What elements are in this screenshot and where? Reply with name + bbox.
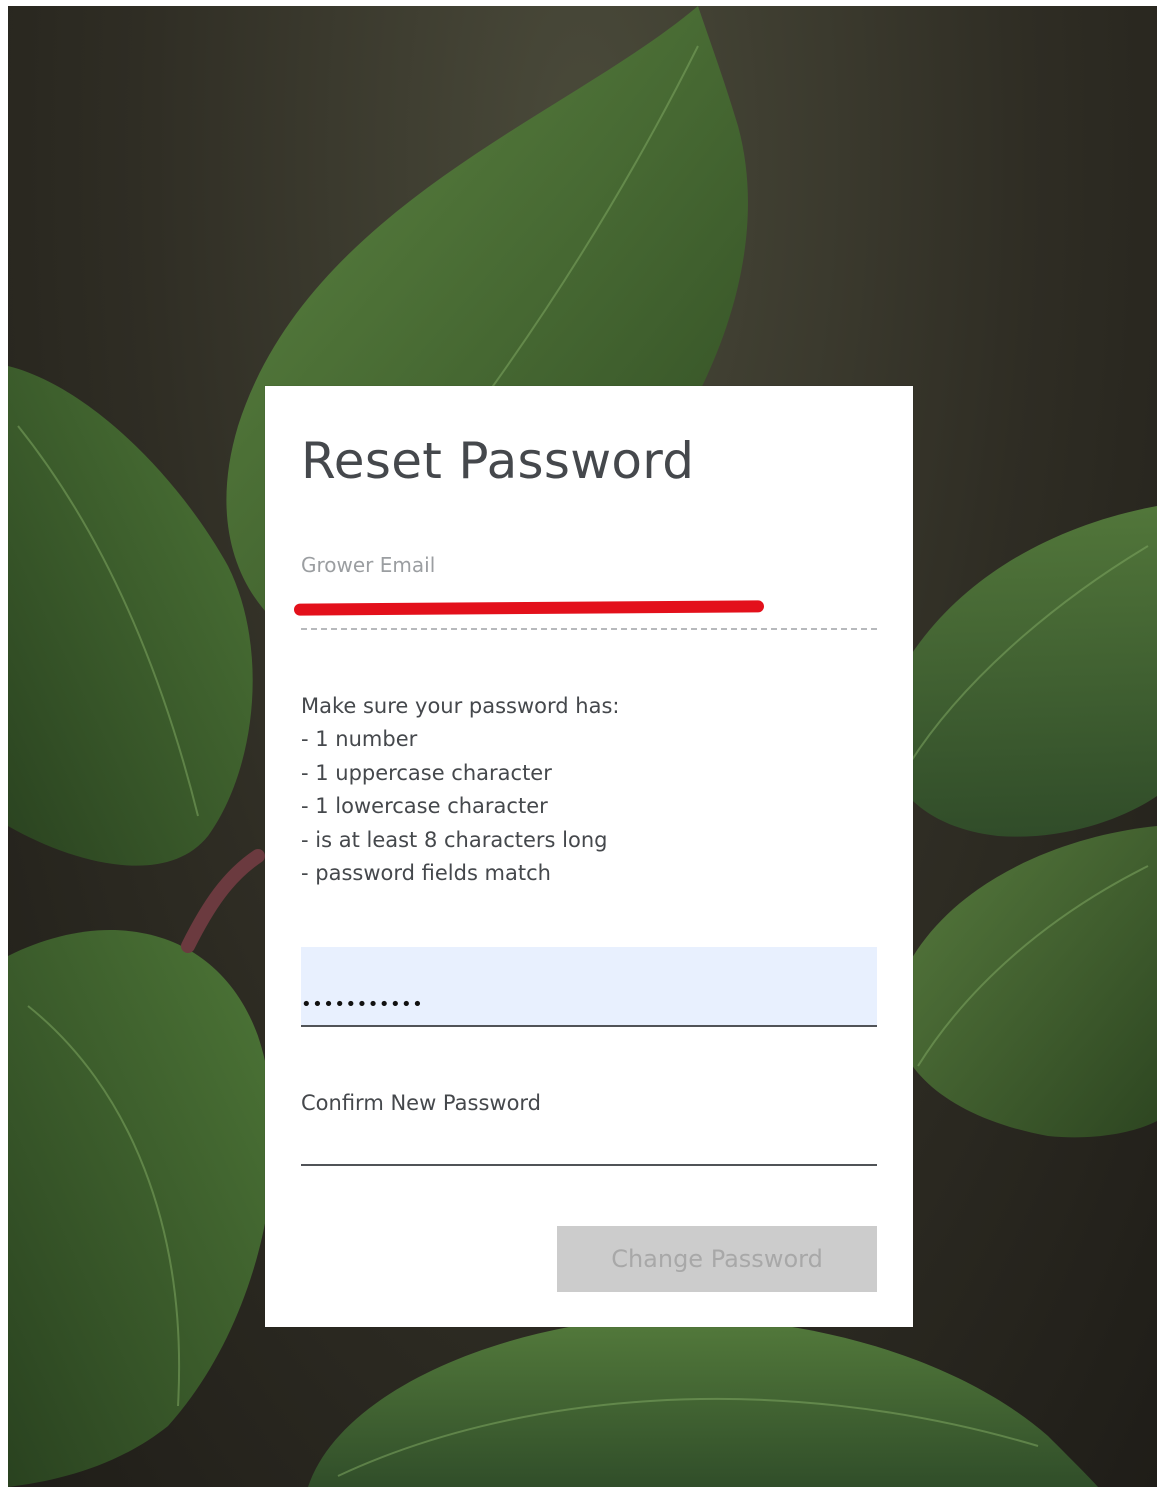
- requirement-item: - 1 number: [301, 727, 418, 752]
- leaf-right-lower: [894, 826, 1157, 1138]
- requirement-item: - password fields match: [301, 861, 551, 886]
- requirement-item: - 1 uppercase character: [301, 760, 552, 785]
- requirement-item: - is at least 8 characters long: [301, 827, 608, 852]
- new-password-input[interactable]: [301, 987, 877, 1021]
- confirm-password-field[interactable]: [301, 1122, 877, 1166]
- requirements-heading: Make sure your password has:: [301, 694, 620, 718]
- screen: Reset Password Grower Email Make sure yo…: [0, 0, 1157, 1487]
- requirement-item: - 1 lowercase character: [301, 794, 548, 819]
- leaf-bottom-left: [8, 930, 274, 1487]
- password-requirements: Make sure your password has: - 1 number …: [301, 690, 877, 890]
- confirm-password-input[interactable]: [301, 1122, 877, 1162]
- page-title: Reset Password: [301, 432, 695, 490]
- new-password-field[interactable]: [301, 947, 877, 1027]
- leaf-right-upper: [882, 506, 1157, 837]
- leaf-stem: [181, 849, 265, 953]
- confirm-password-label: Confirm New Password: [301, 1091, 542, 1115]
- email-label: Grower Email: [301, 553, 436, 577]
- email-field[interactable]: [293, 582, 877, 630]
- change-password-button[interactable]: Change Password: [557, 1226, 877, 1292]
- leaf-bottom-center: [308, 1316, 1098, 1487]
- reset-password-card: Reset Password Grower Email Make sure yo…: [265, 386, 913, 1327]
